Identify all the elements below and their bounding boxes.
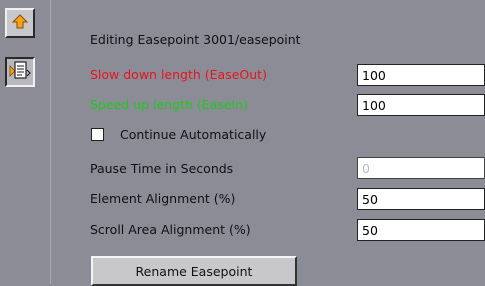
scroll-alignment-input[interactable]	[357, 219, 485, 241]
speed-up-label: Speed up length (EaseIn)	[90, 97, 248, 112]
easepoint-editor-button[interactable]	[5, 57, 35, 87]
rename-easepoint-button[interactable]: Rename Easepoint	[91, 256, 297, 286]
speed-up-input[interactable]	[357, 94, 485, 116]
sidebar-toolbar	[0, 0, 50, 284]
continue-label: Continue Automatically	[120, 127, 267, 142]
slow-down-input[interactable]	[357, 64, 485, 86]
slow-down-label: Slow down length (EaseOut)	[90, 67, 267, 82]
scroll-alignment-label: Scroll Area Alignment (%)	[90, 222, 251, 237]
element-alignment-input[interactable]	[357, 188, 485, 210]
pause-input	[357, 157, 485, 179]
sidebar-divider	[50, 0, 51, 284]
up-arrow-icon	[11, 13, 29, 34]
pause-label: Pause Time in Seconds	[90, 161, 234, 176]
page-title: Editing Easepoint 3001/easepoint	[90, 32, 301, 47]
document-list-icon	[9, 60, 31, 85]
up-arrow-button[interactable]	[5, 8, 35, 38]
continue-checkbox[interactable]	[91, 128, 104, 141]
element-alignment-label: Element Alignment (%)	[90, 191, 236, 206]
